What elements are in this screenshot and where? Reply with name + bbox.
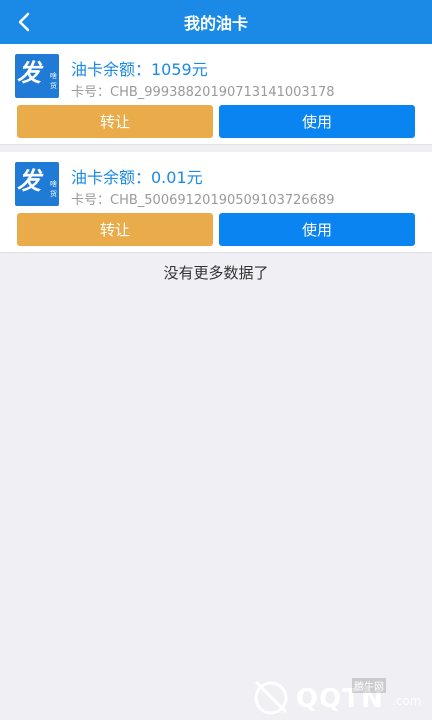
- chevron-left-icon: [18, 12, 30, 32]
- use-button[interactable]: 使用: [219, 213, 415, 246]
- logo-small-bottom: 货: [50, 190, 57, 198]
- watermark-suffix: .com: [392, 694, 422, 708]
- page-title: 我的油卡: [183, 14, 248, 33]
- card-number: 卡号：CHB_50069120190509103726689: [71, 193, 335, 208]
- transfer-button[interactable]: 转让: [17, 105, 213, 138]
- oil-card: 发 啥 货 油卡余额：1059元 卡号：CHB_9993882019071314…: [0, 44, 432, 145]
- transfer-button[interactable]: 转让: [17, 213, 213, 246]
- app-logo: 发 啥 货: [15, 162, 59, 206]
- card-balance: 油卡余额：0.01元: [71, 168, 203, 187]
- watermark-logo-icon: [254, 680, 288, 715]
- watermark-cn: 腾牛网: [352, 678, 386, 693]
- oil-card: 发 啥 货 油卡余额：0.01元 卡号：CHB_5006912019050910…: [0, 152, 432, 253]
- top-bar: 我的油卡: [0, 0, 432, 44]
- card-number: 卡号：CHB_99938820190713141003178: [71, 85, 335, 100]
- logo-small-top: 啥: [50, 180, 57, 188]
- app-logo: 发 啥 货: [15, 54, 59, 98]
- logo-small-bottom: 货: [50, 82, 57, 90]
- logo-big-char: 发: [17, 167, 41, 195]
- logo-big-char: 发: [17, 59, 41, 87]
- back-button[interactable]: [8, 0, 40, 44]
- card-balance: 油卡余额：1059元: [71, 60, 208, 79]
- use-button[interactable]: 使用: [219, 105, 415, 138]
- logo-small-top: 啥: [50, 72, 57, 80]
- watermark: QQTN 腾牛网 .com: [244, 672, 432, 720]
- no-more-data-text: 没有更多数据了: [163, 264, 269, 282]
